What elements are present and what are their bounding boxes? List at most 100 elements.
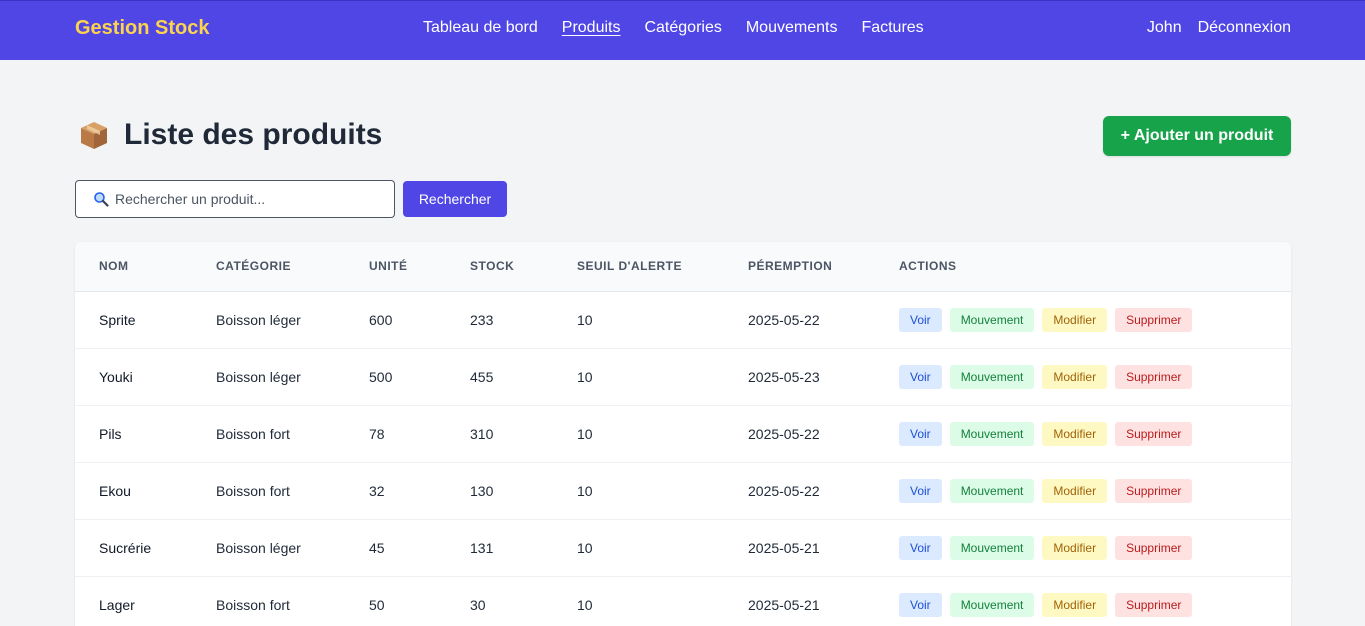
cell-unite: 500	[369, 368, 393, 385]
delete-button[interactable]: Supprimer	[1115, 478, 1193, 503]
nav-link-factures[interactable]: Factures	[861, 19, 923, 37]
cell-peremption: 2025-05-22	[748, 425, 820, 442]
movement-button[interactable]: Mouvement	[949, 535, 1035, 560]
cell-seuil: 10	[577, 539, 593, 556]
edit-button[interactable]: Modifier	[1042, 364, 1108, 389]
cell-stock: 310	[470, 425, 494, 442]
view-button[interactable]: Voir	[899, 478, 942, 503]
edit-button[interactable]: Modifier	[1042, 421, 1108, 446]
table-header-row: Nom Catégorie Unité Stock Seuil d'alerte…	[75, 242, 1291, 291]
cell-peremption: 2025-05-21	[748, 596, 820, 613]
cell-categorie: Boisson léger	[216, 539, 301, 556]
user-name[interactable]: John	[1147, 19, 1182, 37]
movement-button[interactable]: Mouvement	[949, 478, 1035, 503]
cell-actions: Voir Mouvement Modifier Supprimer	[875, 576, 1291, 626]
cell-nom: Sucrérie	[99, 539, 152, 556]
column-header-seuil[interactable]: Seuil d'alerte	[553, 242, 724, 291]
delete-button[interactable]: Supprimer	[1115, 307, 1193, 332]
search-input[interactable]	[115, 191, 385, 207]
nav-link-tableau-de-bord[interactable]: Tableau de bord	[423, 19, 538, 37]
cell-stock: 233	[470, 311, 494, 328]
delete-button[interactable]: Supprimer	[1115, 535, 1193, 560]
nav-link-mouvements[interactable]: Mouvements	[746, 19, 838, 37]
cell-nom: Ekou	[99, 482, 131, 499]
cell-nom: Youki	[99, 368, 133, 385]
package-box-icon	[78, 119, 110, 151]
table-row: Ekou Boisson fort 32 130 10 2025-05-22 V…	[75, 462, 1291, 519]
brand-logo-text[interactable]: Gestion Stock	[75, 17, 209, 40]
column-header-categorie[interactable]: Catégorie	[192, 242, 345, 291]
view-button[interactable]: Voir	[899, 421, 942, 446]
cell-peremption: 2025-05-23	[748, 368, 820, 385]
edit-button[interactable]: Modifier	[1042, 307, 1108, 332]
search-field[interactable]	[75, 180, 395, 218]
cell-nom: Sprite	[99, 311, 136, 328]
table-row: Pils Boisson fort 78 310 10 2025-05-22 V…	[75, 405, 1291, 462]
nav-links: Tableau de bord Produits Catégories Mouv…	[423, 19, 924, 37]
cell-unite: 78	[369, 425, 385, 442]
cell-stock: 455	[470, 368, 494, 385]
cell-categorie: Boisson léger	[216, 368, 301, 385]
logout-link[interactable]: Déconnexion	[1198, 19, 1291, 37]
column-header-unite[interactable]: Unité	[345, 242, 446, 291]
cell-actions: Voir Mouvement Modifier Supprimer	[875, 348, 1291, 405]
movement-button[interactable]: Mouvement	[949, 364, 1035, 389]
movement-button[interactable]: Mouvement	[949, 307, 1035, 332]
movement-button[interactable]: Mouvement	[949, 421, 1035, 446]
delete-button[interactable]: Supprimer	[1115, 421, 1193, 446]
cell-categorie: Boisson fort	[216, 425, 290, 442]
top-navbar: Gestion Stock Tableau de bord Produits C…	[0, 0, 1365, 60]
cell-stock: 131	[470, 539, 494, 556]
products-table-card: Nom Catégorie Unité Stock Seuil d'alerte…	[75, 242, 1291, 626]
cell-unite: 45	[369, 539, 385, 556]
cell-categorie: Boisson léger	[216, 311, 301, 328]
cell-seuil: 10	[577, 482, 593, 499]
cell-actions: Voir Mouvement Modifier Supprimer	[875, 291, 1291, 348]
cell-categorie: Boisson fort	[216, 482, 290, 499]
cell-stock: 30	[470, 596, 486, 613]
view-button[interactable]: Voir	[899, 307, 942, 332]
nav-link-produits[interactable]: Produits	[562, 19, 621, 37]
view-button[interactable]: Voir	[899, 535, 942, 560]
cell-seuil: 10	[577, 368, 593, 385]
cell-actions: Voir Mouvement Modifier Supprimer	[875, 462, 1291, 519]
column-header-actions: Actions	[899, 259, 957, 274]
edit-button[interactable]: Modifier	[1042, 592, 1108, 617]
cell-nom: Lager	[99, 596, 135, 613]
column-header-peremption[interactable]: Péremption	[724, 242, 875, 291]
table-row: Sprite Boisson léger 600 233 10 2025-05-…	[75, 291, 1291, 348]
cell-unite: 50	[369, 596, 385, 613]
cell-peremption: 2025-05-22	[748, 311, 820, 328]
column-header-nom[interactable]: Nom	[75, 242, 192, 291]
cell-peremption: 2025-05-22	[748, 482, 820, 499]
column-header-stock[interactable]: Stock	[446, 242, 553, 291]
nav-link-categories[interactable]: Catégories	[644, 19, 721, 37]
table-row: Youki Boisson léger 500 455 10 2025-05-2…	[75, 348, 1291, 405]
table-row: Sucrérie Boisson léger 45 131 10 2025-05…	[75, 519, 1291, 576]
page-title: Liste des produits	[124, 118, 383, 151]
cell-seuil: 10	[577, 596, 593, 613]
cell-unite: 32	[369, 482, 385, 499]
cell-seuil: 10	[577, 311, 593, 328]
cell-seuil: 10	[577, 425, 593, 442]
cell-categorie: Boisson fort	[216, 596, 290, 613]
edit-button[interactable]: Modifier	[1042, 478, 1108, 503]
delete-button[interactable]: Supprimer	[1115, 364, 1193, 389]
cell-actions: Voir Mouvement Modifier Supprimer	[875, 519, 1291, 576]
nav-user-area: John Déconnexion	[1147, 19, 1291, 37]
add-product-button[interactable]: + Ajouter un produit	[1103, 116, 1291, 156]
cell-peremption: 2025-05-21	[748, 539, 820, 556]
cell-actions: Voir Mouvement Modifier Supprimer	[875, 405, 1291, 462]
view-button[interactable]: Voir	[899, 364, 942, 389]
edit-button[interactable]: Modifier	[1042, 535, 1108, 560]
page-header: Liste des produits	[78, 118, 382, 152]
cell-nom: Pils	[99, 425, 122, 442]
delete-button[interactable]: Supprimer	[1115, 592, 1193, 617]
cell-unite: 600	[369, 311, 393, 328]
search-button[interactable]: Rechercher	[403, 181, 507, 217]
search-icon	[93, 191, 109, 207]
table-row: Lager Boisson fort 50 30 10 2025-05-21 V…	[75, 576, 1291, 626]
movement-button[interactable]: Mouvement	[949, 592, 1035, 617]
cell-stock: 130	[470, 482, 494, 499]
view-button[interactable]: Voir	[899, 592, 942, 617]
